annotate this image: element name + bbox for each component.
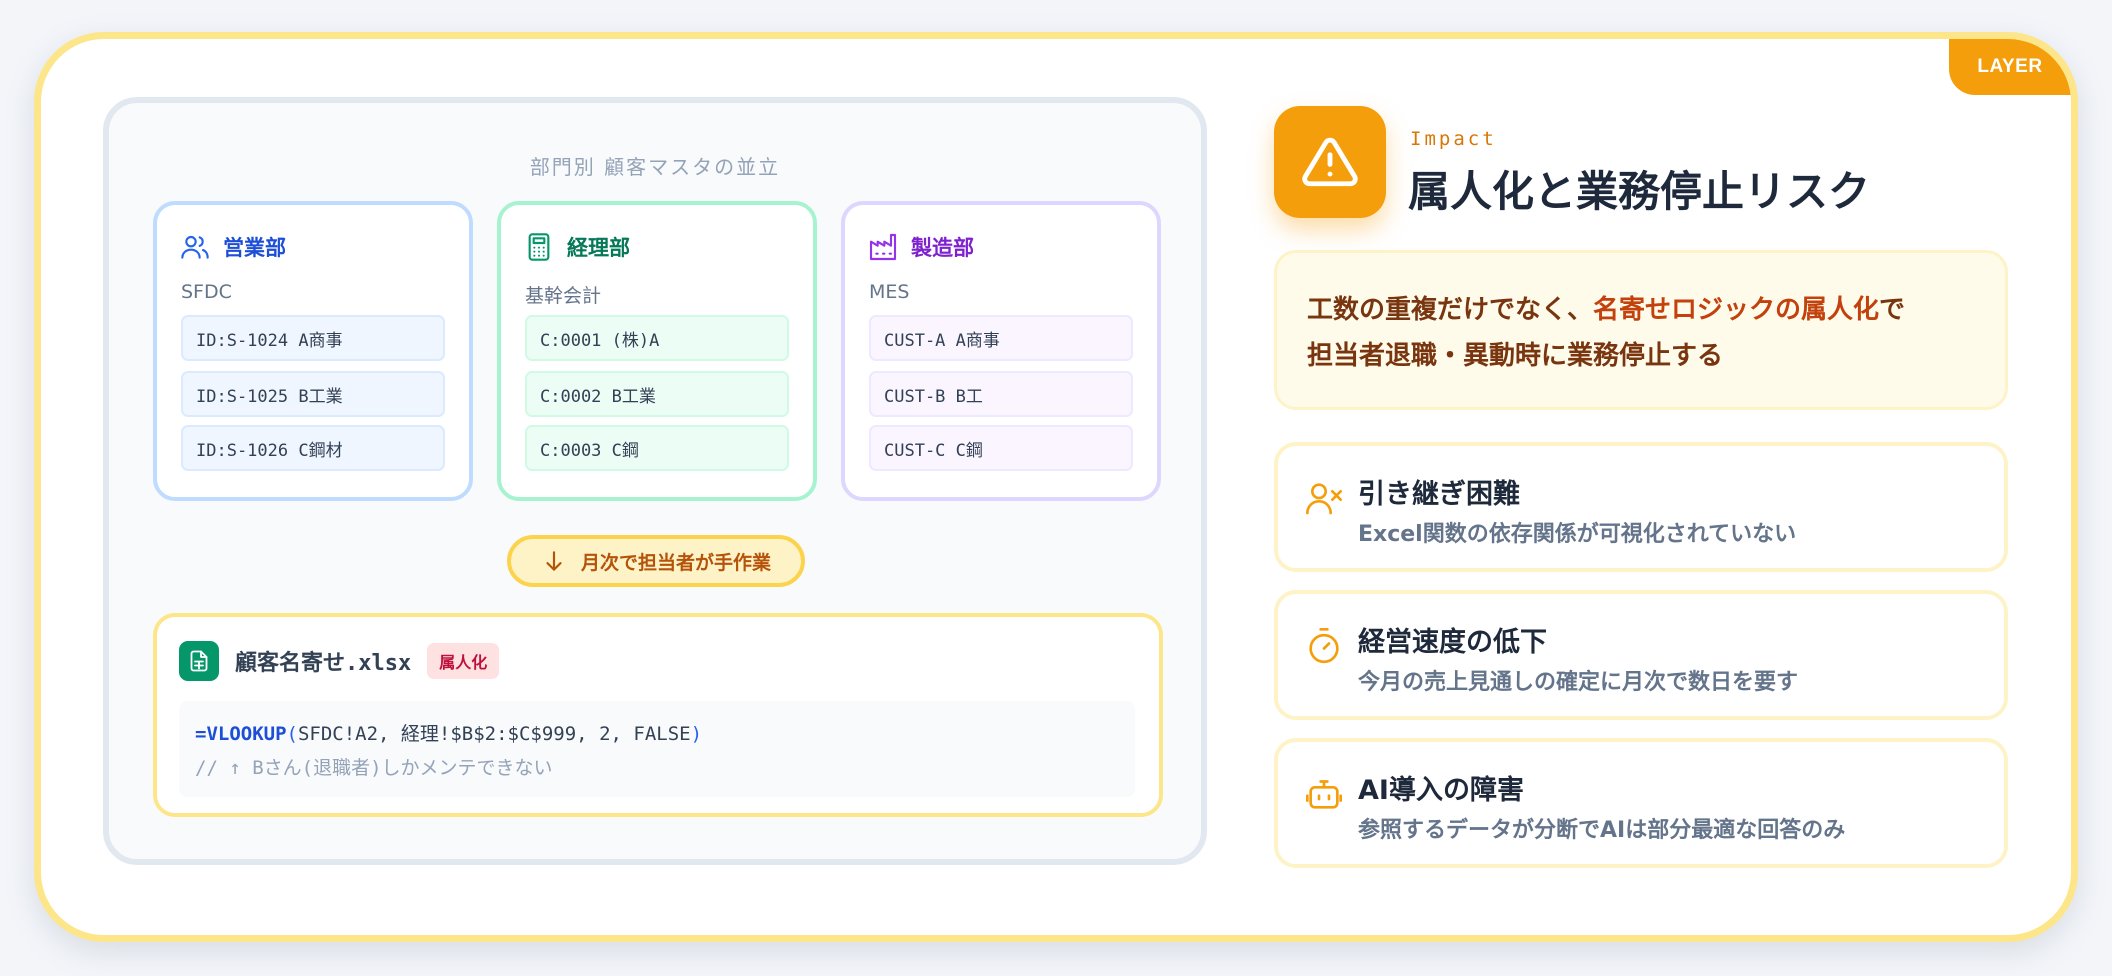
xlsx-filename: 顧客名寄せ.xlsx [235, 651, 412, 676]
record-row: C:0001 (株)A [525, 315, 789, 361]
risk-card-speed: 経営速度の低下 今月の売上見通しの確定に月次で数日を要す [1274, 590, 2008, 720]
panel-title: 部門別 顧客マスタの並立 [529, 155, 781, 179]
formula-block: =VLOOKUP(SFDC!A2, 経理!$B$2:$C$999, 2, FAL… [179, 701, 1135, 797]
risk-card-ai: AI導入の障害 参照するデータが分断でAIは部分最適な回答のみ [1274, 738, 2008, 868]
layer-tag: LAYER [1949, 39, 2071, 95]
dept-system-sales: SFDC [181, 281, 232, 303]
risk-title: 経営速度の低下 [1358, 627, 1547, 658]
dept-card-sales: 営業部 SFDC ID:S-1024 A商事 ID:S-1025 B工業 ID:… [153, 201, 473, 501]
dept-name-accounting: 経理部 [567, 236, 630, 260]
calculator-icon [528, 233, 550, 261]
formula-comment: // ↑ Bさん(退職者)しかメンテできない [195, 757, 553, 779]
formula-line: =VLOOKUP(SFDC!A2, 経理!$B$2:$C$999, 2, FAL… [195, 723, 703, 745]
risk-callout: 工数の重複だけでなく、名寄せロジックの属人化で 担当者退職・異動時に業務停止する [1274, 250, 2008, 410]
risk-title: 引き継ぎ困難 [1358, 479, 1520, 510]
warning-icon [1274, 106, 1386, 218]
risk-desc: 今月の売上見通しの確定に月次で数日を要す [1358, 670, 1799, 695]
risk-title: AI導入の障害 [1358, 775, 1524, 806]
dept-name-sales: 営業部 [223, 236, 286, 260]
risk-card-handover: 引き継ぎ困難 Excel関数の依存関係が可視化されていない [1274, 442, 2008, 572]
dept-system-manufacturing: MES [869, 281, 910, 303]
factory-icon [869, 233, 897, 261]
status-badge: 属人化 [427, 643, 500, 679]
users-icon [181, 235, 209, 259]
record-row: CUST-C C鋼 [869, 425, 1133, 471]
bot-icon [1306, 780, 1342, 809]
arrow-down-icon [546, 551, 562, 571]
record-row: CUST-A A商事 [869, 315, 1133, 361]
risk-desc: Excel関数の依存関係が可視化されていない [1358, 522, 1797, 547]
impact-label: Impact [1410, 128, 1497, 150]
risk-desc: 参照するデータが分断でAIは部分最適な回答のみ [1358, 818, 1846, 843]
record-row: C:0002 B工業 [525, 371, 789, 417]
record-row: ID:S-1026 C鋼材 [181, 425, 445, 471]
dept-card-accounting: 経理部 基幹会計 C:0001 (株)A C:0002 B工業 C:0003 C… [497, 201, 817, 501]
timer-icon [1309, 628, 1339, 664]
record-row: ID:S-1024 A商事 [181, 315, 445, 361]
master-data-panel: 部門別 顧客マスタの並立 営業部 SFDC ID:S-1024 A商事 ID:S… [103, 97, 1207, 865]
spreadsheet-icon [179, 641, 219, 681]
dept-system-accounting: 基幹会計 [525, 285, 602, 307]
record-row: ID:S-1025 B工業 [181, 371, 445, 417]
record-row: CUST-B B工 [869, 371, 1133, 417]
dept-name-manufacturing: 製造部 [911, 236, 974, 260]
user-x-icon [1306, 483, 1342, 515]
record-row: C:0003 C鋼 [525, 425, 789, 471]
manual-work-pill: 月次で担当者が手作業 [507, 535, 805, 587]
dept-card-manufacturing: 製造部 MES CUST-A A商事 CUST-B B工 CUST-C C鋼 [841, 201, 1161, 501]
xlsx-card: 顧客名寄せ.xlsx 属人化 =VLOOKUP(SFDC!A2, 経理!$B$2… [153, 613, 1163, 817]
manual-work-label: 月次で担当者が手作業 [580, 551, 771, 574]
page-title: 属人化と業務停止リスク [1408, 167, 1871, 216]
